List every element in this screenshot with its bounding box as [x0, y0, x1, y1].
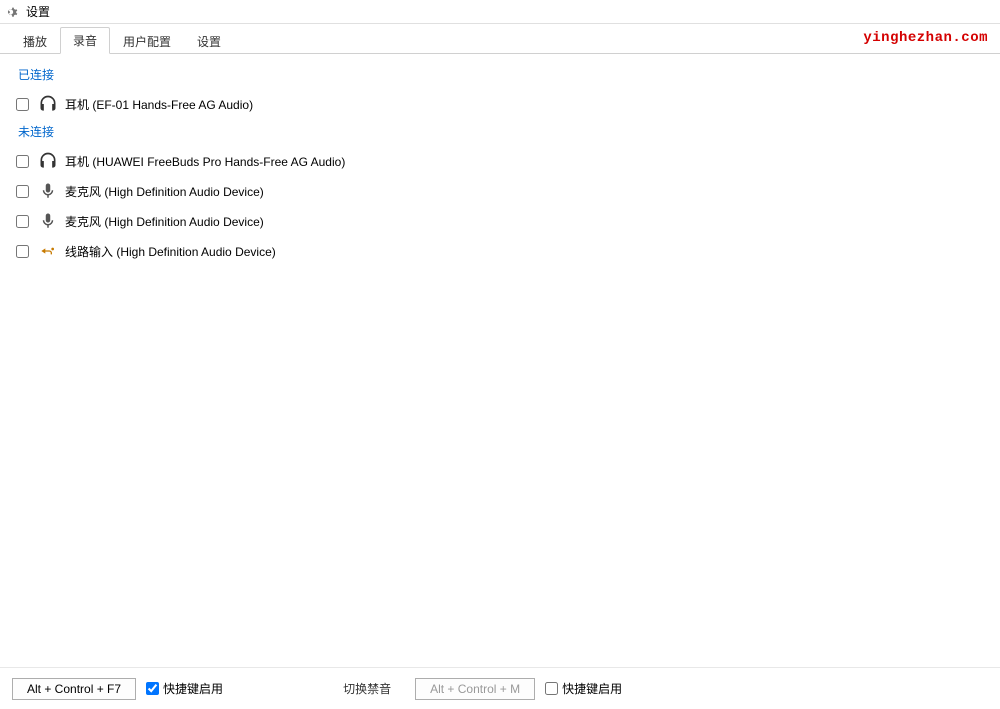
section-disconnected-header: 未连接	[18, 123, 986, 140]
headphones-icon	[37, 93, 59, 115]
tab-playback[interactable]: 播放	[10, 28, 60, 54]
device-list: 已连接 耳机 (EF-01 Hands-Free AG Audio) 未连接 耳…	[0, 54, 1000, 667]
device-label: 耳机 (HUAWEI FreeBuds Pro Hands-Free AG Au…	[65, 153, 345, 170]
tab-settings[interactable]: 设置	[184, 28, 234, 54]
tab-userprofile[interactable]: 用户配置	[110, 28, 184, 54]
device-label: 耳机 (EF-01 Hands-Free AG Audio)	[65, 96, 253, 113]
hotkey-enable-2-checkbox[interactable]	[545, 682, 558, 695]
hotkey-mute-button[interactable]: Alt + Control + M	[415, 678, 535, 700]
device-checkbox[interactable]	[16, 98, 29, 111]
device-checkbox[interactable]	[16, 155, 29, 168]
window-title: 设置	[26, 3, 50, 20]
device-checkbox[interactable]	[16, 185, 29, 198]
device-row[interactable]: 耳机 (EF-01 Hands-Free AG Audio)	[14, 89, 986, 119]
hotkey-enable-1-label: 快捷键启用	[163, 680, 223, 697]
hotkey-enable-2[interactable]: 快捷键启用	[545, 680, 622, 697]
microphone-icon	[37, 210, 59, 232]
device-checkbox[interactable]	[16, 245, 29, 258]
tabbar: 播放 录音 用户配置 设置	[0, 24, 1000, 54]
section-connected-header: 已连接	[18, 66, 986, 83]
hotkey-enable-1[interactable]: 快捷键启用	[146, 680, 223, 697]
gear-icon	[6, 5, 20, 19]
footer: Alt + Control + F7 快捷键启用 切换禁音 Alt + Cont…	[0, 667, 1000, 709]
device-row[interactable]: 麦克风 (High Definition Audio Device)	[14, 176, 986, 206]
mute-toggle-label: 切换禁音	[343, 680, 391, 697]
device-row[interactable]: 线路输入 (High Definition Audio Device)	[14, 236, 986, 266]
device-row[interactable]: 耳机 (HUAWEI FreeBuds Pro Hands-Free AG Au…	[14, 146, 986, 176]
watermark-text: yinghezhan.com	[863, 30, 988, 46]
headphones-icon	[37, 150, 59, 172]
linein-icon	[37, 240, 59, 262]
device-label: 线路输入 (High Definition Audio Device)	[65, 243, 276, 260]
titlebar: 设置	[0, 0, 1000, 24]
device-label: 麦克风 (High Definition Audio Device)	[65, 213, 264, 230]
hotkey-enable-2-label: 快捷键启用	[562, 680, 622, 697]
device-row[interactable]: 麦克风 (High Definition Audio Device)	[14, 206, 986, 236]
hotkey-switch-button[interactable]: Alt + Control + F7	[12, 678, 136, 700]
device-label: 麦克风 (High Definition Audio Device)	[65, 183, 264, 200]
tab-recording[interactable]: 录音	[60, 27, 110, 54]
microphone-icon	[37, 180, 59, 202]
hotkey-enable-1-checkbox[interactable]	[146, 682, 159, 695]
device-checkbox[interactable]	[16, 215, 29, 228]
